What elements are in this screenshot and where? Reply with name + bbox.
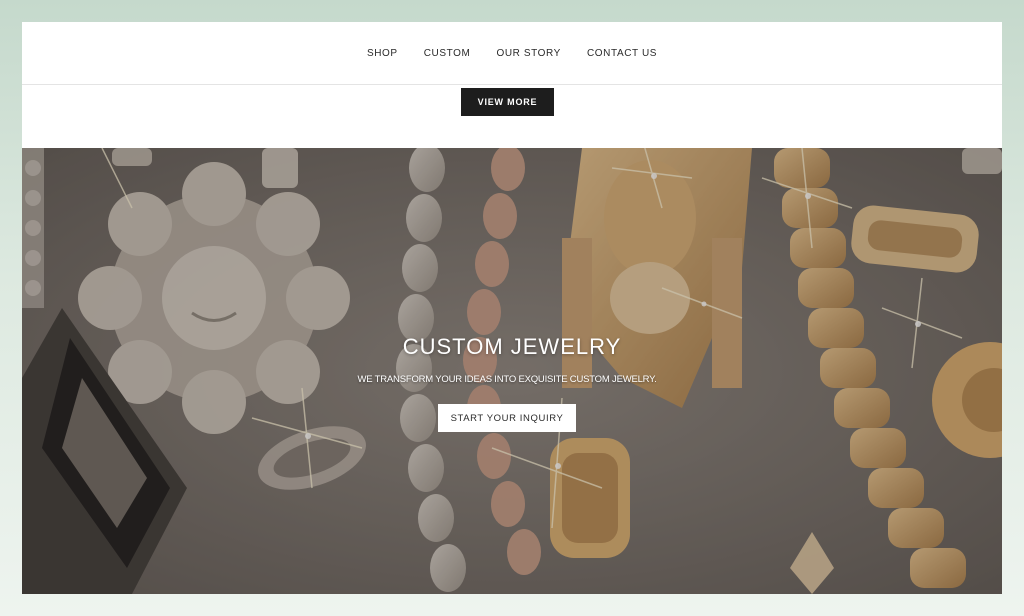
top-navigation: SHOP CUSTOM OUR STORY CONTACT US [22, 22, 1002, 85]
hero-title: CUSTOM JEWELRY [402, 334, 622, 359]
view-more-button[interactable]: VIEW MORE [461, 88, 554, 116]
hero-subtitle: WE TRANSFORM YOUR IDEAS INTO EXQUISITE C… [357, 374, 657, 385]
nav-link-contact-us[interactable]: CONTACT US [587, 48, 657, 59]
nav-link-shop[interactable]: SHOP [367, 48, 398, 59]
nav-link-custom[interactable]: CUSTOM [424, 48, 471, 59]
start-inquiry-button[interactable]: START YOUR INQUIRY [438, 404, 576, 432]
hero-jewelry-image [22, 148, 1002, 594]
hero-banner: CUSTOM JEWELRY WE TRANSFORM YOUR IDEAS I… [22, 148, 1002, 594]
nav-link-our-story[interactable]: OUR STORY [496, 48, 561, 59]
page-frame: SHOP CUSTOM OUR STORY CONTACT US VIEW MO… [22, 22, 1002, 594]
